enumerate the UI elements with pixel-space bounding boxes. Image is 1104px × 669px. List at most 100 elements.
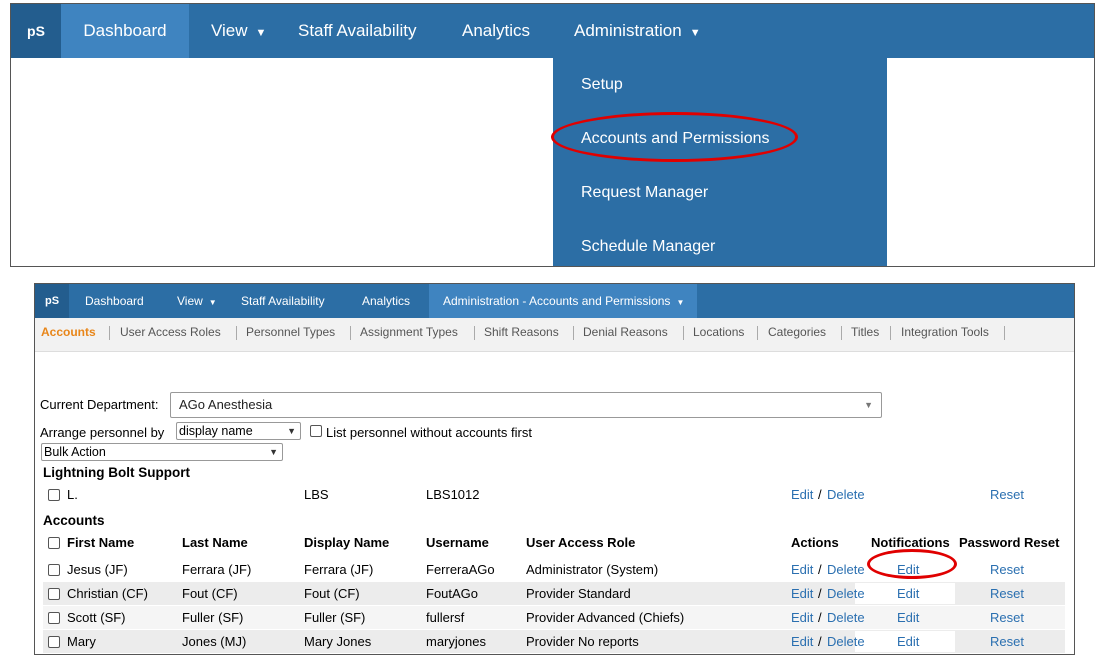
- nav-analytics-label: Analytics: [462, 21, 531, 40]
- subnav-user-access-roles[interactable]: User Access Roles: [120, 318, 221, 348]
- subnav-assignment-types[interactable]: Assignment Types: [360, 318, 458, 348]
- action-separator: /: [818, 634, 822, 649]
- action-separator: /: [818, 586, 822, 601]
- subnav-divider: [109, 326, 110, 340]
- nav-administration[interactable]: Administration ▼: [574, 4, 701, 58]
- bulk-action-select[interactable]: Bulk Action ▼: [41, 443, 283, 461]
- subnav-divider: [573, 326, 574, 340]
- edit-link[interactable]: Edit: [791, 634, 813, 649]
- select-all-checkbox[interactable]: [48, 537, 60, 549]
- chevron-down-icon: ▼: [269, 447, 278, 457]
- col-last-name[interactable]: Last Name: [182, 535, 248, 550]
- password-reset-link[interactable]: Reset: [990, 634, 1024, 649]
- subnav-divider: [1004, 326, 1005, 340]
- lbs-delete-link[interactable]: Delete: [827, 487, 865, 502]
- lbs-reset-link[interactable]: Reset: [990, 487, 1024, 502]
- accounts-section-heading: Accounts: [43, 513, 105, 528]
- subnav-denial-reasons[interactable]: Denial Reasons: [583, 318, 668, 348]
- cell-display-name: Fout (CF): [304, 586, 360, 601]
- top-navbar: pS Dashboard View ▼ Staff Availability An…: [11, 4, 1094, 58]
- edit-link[interactable]: Edit: [791, 586, 813, 601]
- bottom-navbar: pS Dashboard View ▼ Staff Availability An…: [35, 284, 1074, 318]
- cell-username: fullersf: [426, 610, 465, 625]
- chevron-down-icon: ▼: [287, 426, 296, 436]
- caret-down-icon: ▼: [255, 27, 267, 39]
- row-checkbox[interactable]: [48, 588, 60, 600]
- subnav-integration-tools[interactable]: Integration Tools: [901, 318, 989, 348]
- lbs-edit-link[interactable]: Edit: [791, 487, 813, 502]
- notifications-edit-link[interactable]: Edit: [897, 610, 919, 625]
- col-display-name[interactable]: Display Name: [304, 535, 389, 550]
- edit-link[interactable]: Edit: [791, 610, 813, 625]
- subnav-categories[interactable]: Categories: [768, 318, 826, 348]
- col-username[interactable]: Username: [426, 535, 489, 550]
- subnav-divider: [841, 326, 842, 340]
- current-department-label: Current Department:: [40, 397, 159, 412]
- lbs-username: LBS1012: [426, 487, 480, 502]
- arrange-personnel-select[interactable]: display name ▼: [176, 422, 301, 440]
- cell-last-name: Ferrara (JF): [182, 562, 252, 577]
- cell-display-name: Mary Jones: [304, 634, 372, 649]
- cell-first-name: Jesus (JF): [67, 562, 128, 577]
- nav-analytics[interactable]: Analytics: [462, 4, 530, 58]
- col-actions: Actions: [791, 535, 839, 550]
- subnav-personnel-types[interactable]: Personnel Types: [246, 318, 335, 348]
- password-reset-link[interactable]: Reset: [990, 562, 1024, 577]
- password-reset-link[interactable]: Reset: [990, 610, 1024, 625]
- nav-staff-availability[interactable]: Staff Availability: [241, 284, 325, 318]
- delete-link[interactable]: Delete: [827, 610, 865, 625]
- chevron-down-icon: ▼: [864, 400, 873, 410]
- caret-down-icon: ▼: [208, 298, 217, 307]
- subnav-titles[interactable]: Titles: [851, 318, 879, 348]
- row-checkbox[interactable]: [48, 612, 60, 624]
- row-checkbox[interactable]: [48, 489, 60, 501]
- col-user-access-role[interactable]: User Access Role: [526, 535, 635, 550]
- bottom-screenshot: pS Dashboard View ▼ Staff Availability An…: [34, 283, 1075, 655]
- list-without-accounts-checkbox[interactable]: [310, 425, 322, 437]
- notifications-edit-link[interactable]: Edit: [897, 586, 919, 601]
- menu-item-request-manager[interactable]: Request Manager: [581, 184, 708, 202]
- nav-administration[interactable]: Administration - Accounts and Permission…: [429, 284, 697, 318]
- nav-dashboard-label: Dashboard: [83, 21, 167, 40]
- subnav-divider: [236, 326, 237, 340]
- lbs-section-heading: Lightning Bolt Support: [43, 465, 190, 480]
- admin-subnav: Accounts User Access Roles Personnel Typ…: [35, 318, 1074, 352]
- cell-display-name: Fuller (SF): [304, 610, 366, 625]
- nav-analytics[interactable]: Analytics: [362, 284, 410, 318]
- app-logo[interactable]: pS: [11, 4, 61, 58]
- subnav-divider: [350, 326, 351, 340]
- cell-last-name: Jones (MJ): [182, 634, 247, 649]
- delete-link[interactable]: Delete: [827, 586, 865, 601]
- department-select[interactable]: AGo Anesthesia ▼: [170, 392, 882, 418]
- col-first-name[interactable]: First Name: [67, 535, 134, 550]
- nav-dashboard[interactable]: Dashboard: [85, 284, 144, 318]
- subnav-shift-reasons[interactable]: Shift Reasons: [484, 318, 559, 348]
- nav-view[interactable]: View ▼: [177, 284, 217, 318]
- menu-item-setup[interactable]: Setup: [581, 76, 623, 94]
- list-without-accounts-label: List personnel without accounts first: [326, 425, 532, 440]
- delete-link[interactable]: Delete: [827, 562, 865, 577]
- nav-administration-label: Administration: [574, 21, 682, 40]
- nav-staff-availability-label: Staff Availability: [241, 294, 325, 308]
- subnav-divider: [474, 326, 475, 340]
- nav-staff-availability[interactable]: Staff Availability: [298, 4, 416, 58]
- app-logo[interactable]: pS: [35, 284, 69, 318]
- subnav-locations[interactable]: Locations: [693, 318, 744, 348]
- cell-username: maryjones: [426, 634, 486, 649]
- cell-last-name: Fout (CF): [182, 586, 238, 601]
- caret-down-icon: ▼: [689, 27, 701, 39]
- row-checkbox[interactable]: [48, 636, 60, 648]
- subnav-accounts[interactable]: Accounts: [41, 318, 96, 348]
- edit-link[interactable]: Edit: [791, 562, 813, 577]
- cell-user-access-role: Administrator (System): [526, 562, 659, 577]
- nav-view[interactable]: View ▼: [211, 4, 266, 58]
- password-reset-link[interactable]: Reset: [990, 586, 1024, 601]
- nav-dashboard[interactable]: Dashboard: [61, 4, 189, 58]
- row-checkbox[interactable]: [48, 564, 60, 576]
- subnav-divider: [683, 326, 684, 340]
- department-select-value: AGo Anesthesia: [179, 397, 273, 412]
- action-separator: /: [818, 487, 822, 502]
- notifications-edit-link[interactable]: Edit: [897, 634, 919, 649]
- menu-item-schedule-manager[interactable]: Schedule Manager: [581, 238, 715, 256]
- delete-link[interactable]: Delete: [827, 634, 865, 649]
